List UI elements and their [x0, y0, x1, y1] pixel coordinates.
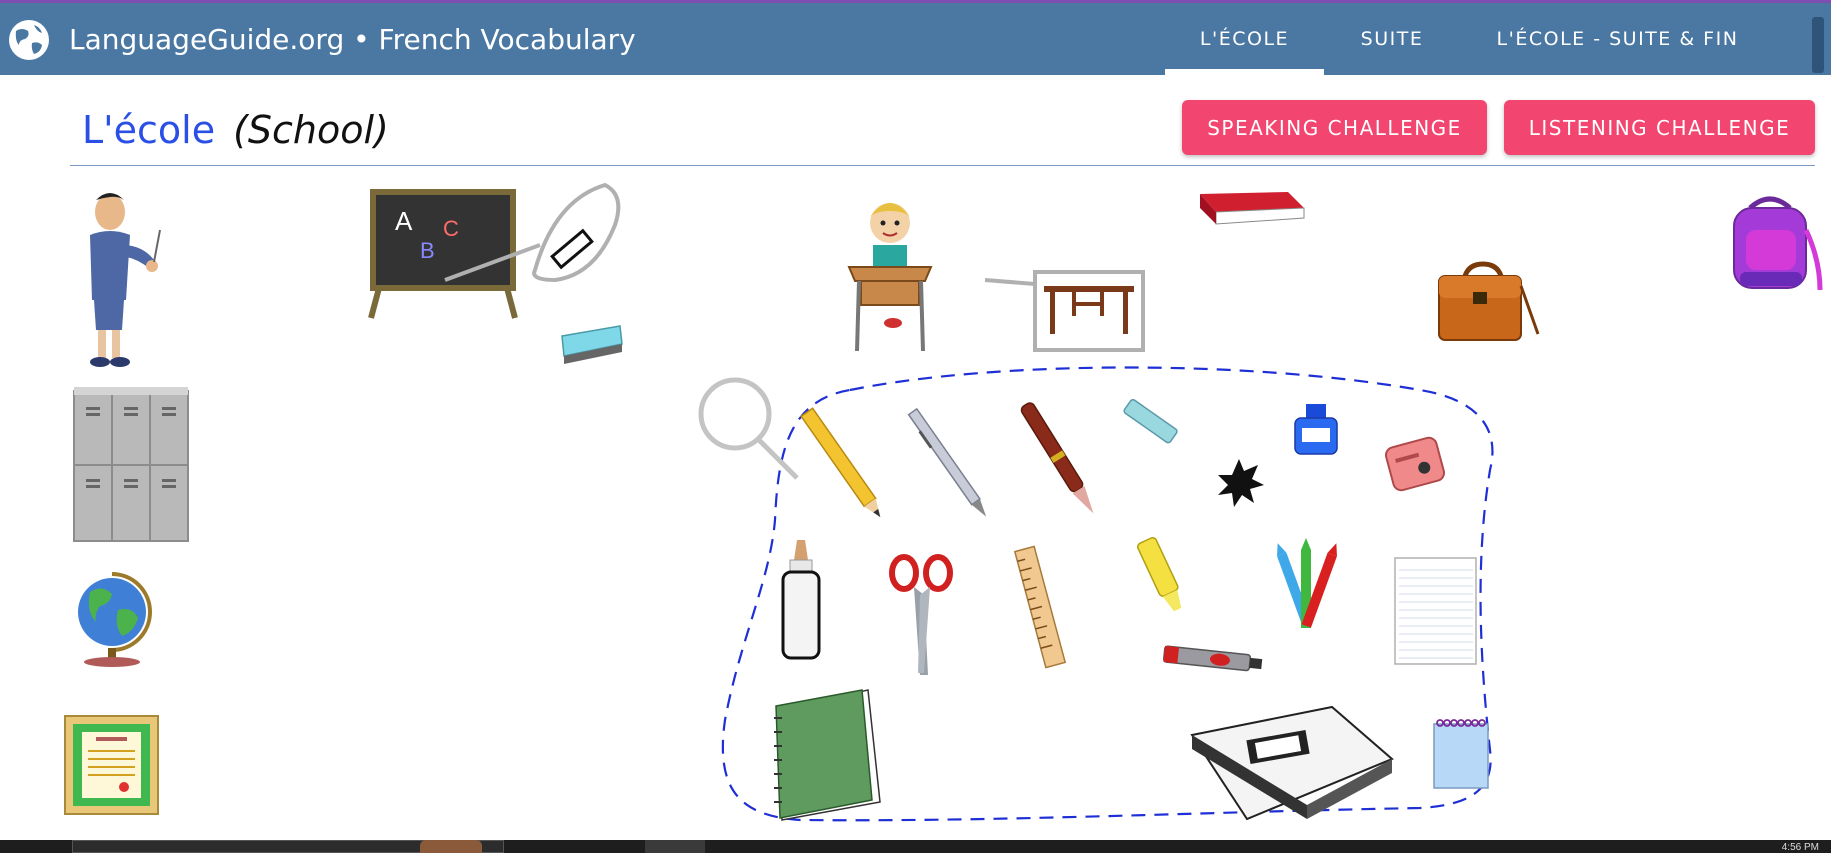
ink-blot-image[interactable]: [1212, 453, 1267, 508]
heading-english: (School): [233, 108, 389, 152]
header-scrollbar[interactable]: [1812, 17, 1824, 73]
tab-lecole[interactable]: L'ÉCOLE: [1165, 3, 1324, 75]
pencil-eraser-image[interactable]: [1120, 395, 1180, 450]
tab-lecole-suite-fin[interactable]: L'ÉCOLE - SUITE & FIN: [1480, 3, 1755, 75]
speaking-challenge-button[interactable]: SPEAKING CHALLENGE: [1182, 100, 1487, 155]
heading-french: L'école: [82, 108, 216, 152]
listening-challenge-button[interactable]: LISTENING CHALLENGE: [1504, 100, 1815, 155]
teacher-image[interactable]: [60, 190, 165, 370]
pencil-sharpener-image[interactable]: [1383, 432, 1448, 497]
lockers-image[interactable]: [72, 385, 192, 545]
site-title[interactable]: LanguageGuide.org • French Vocabulary: [69, 22, 636, 58]
taskbar-app-icon[interactable]: [420, 840, 482, 853]
eraser-image[interactable]: [558, 320, 624, 365]
briefcase-image[interactable]: [1435, 261, 1540, 347]
binder-image[interactable]: [1188, 705, 1394, 825]
globe-logo-icon[interactable]: [6, 17, 52, 63]
marker-image[interactable]: [1160, 645, 1266, 673]
heading-divider: [70, 165, 1815, 166]
page-title: L'école (School): [82, 106, 389, 155]
student-at-desk-image[interactable]: [845, 195, 935, 355]
tab-label: SUITE: [1360, 28, 1424, 50]
desk-image[interactable]: [980, 268, 1145, 353]
ink-bottle-image[interactable]: [1292, 402, 1340, 457]
backpack-image[interactable]: [1720, 190, 1823, 300]
spiral-notebook-image[interactable]: [772, 688, 884, 823]
svg-text:B: B: [420, 238, 435, 263]
highlighter-image[interactable]: [1132, 535, 1192, 617]
globe-image[interactable]: [72, 570, 152, 670]
notebook-paper-image[interactable]: [1393, 556, 1478, 666]
fountain-pen-image[interactable]: [1005, 395, 1115, 525]
taskbar: 4:56 PM: [0, 840, 1831, 853]
diploma-image[interactable]: [64, 715, 159, 815]
svg-text:A: A: [395, 206, 413, 236]
notepad-image[interactable]: [1432, 718, 1490, 790]
glue-image[interactable]: [780, 538, 822, 660]
scissors-image[interactable]: [888, 554, 956, 677]
pencil-image[interactable]: [795, 400, 895, 530]
tab-label: L'ÉCOLE - SUITE & FIN: [1496, 28, 1739, 50]
crayons-image[interactable]: [1275, 538, 1337, 633]
taskbar-clock[interactable]: 4:56 PM: [1782, 843, 1819, 853]
book-image[interactable]: [1198, 190, 1306, 230]
mechanical-pencil-image[interactable]: [895, 400, 1005, 530]
top-bar: LanguageGuide.org • French Vocabulary L'…: [0, 0, 1831, 75]
taskbar-app-button[interactable]: [645, 840, 705, 853]
tab-suite[interactable]: SUITE: [1340, 3, 1444, 75]
tab-label: L'ÉCOLE: [1199, 28, 1290, 50]
ruler-image[interactable]: [1010, 545, 1070, 670]
chalk-image[interactable]: [440, 182, 625, 310]
magnifier-icon[interactable]: [695, 376, 805, 482]
